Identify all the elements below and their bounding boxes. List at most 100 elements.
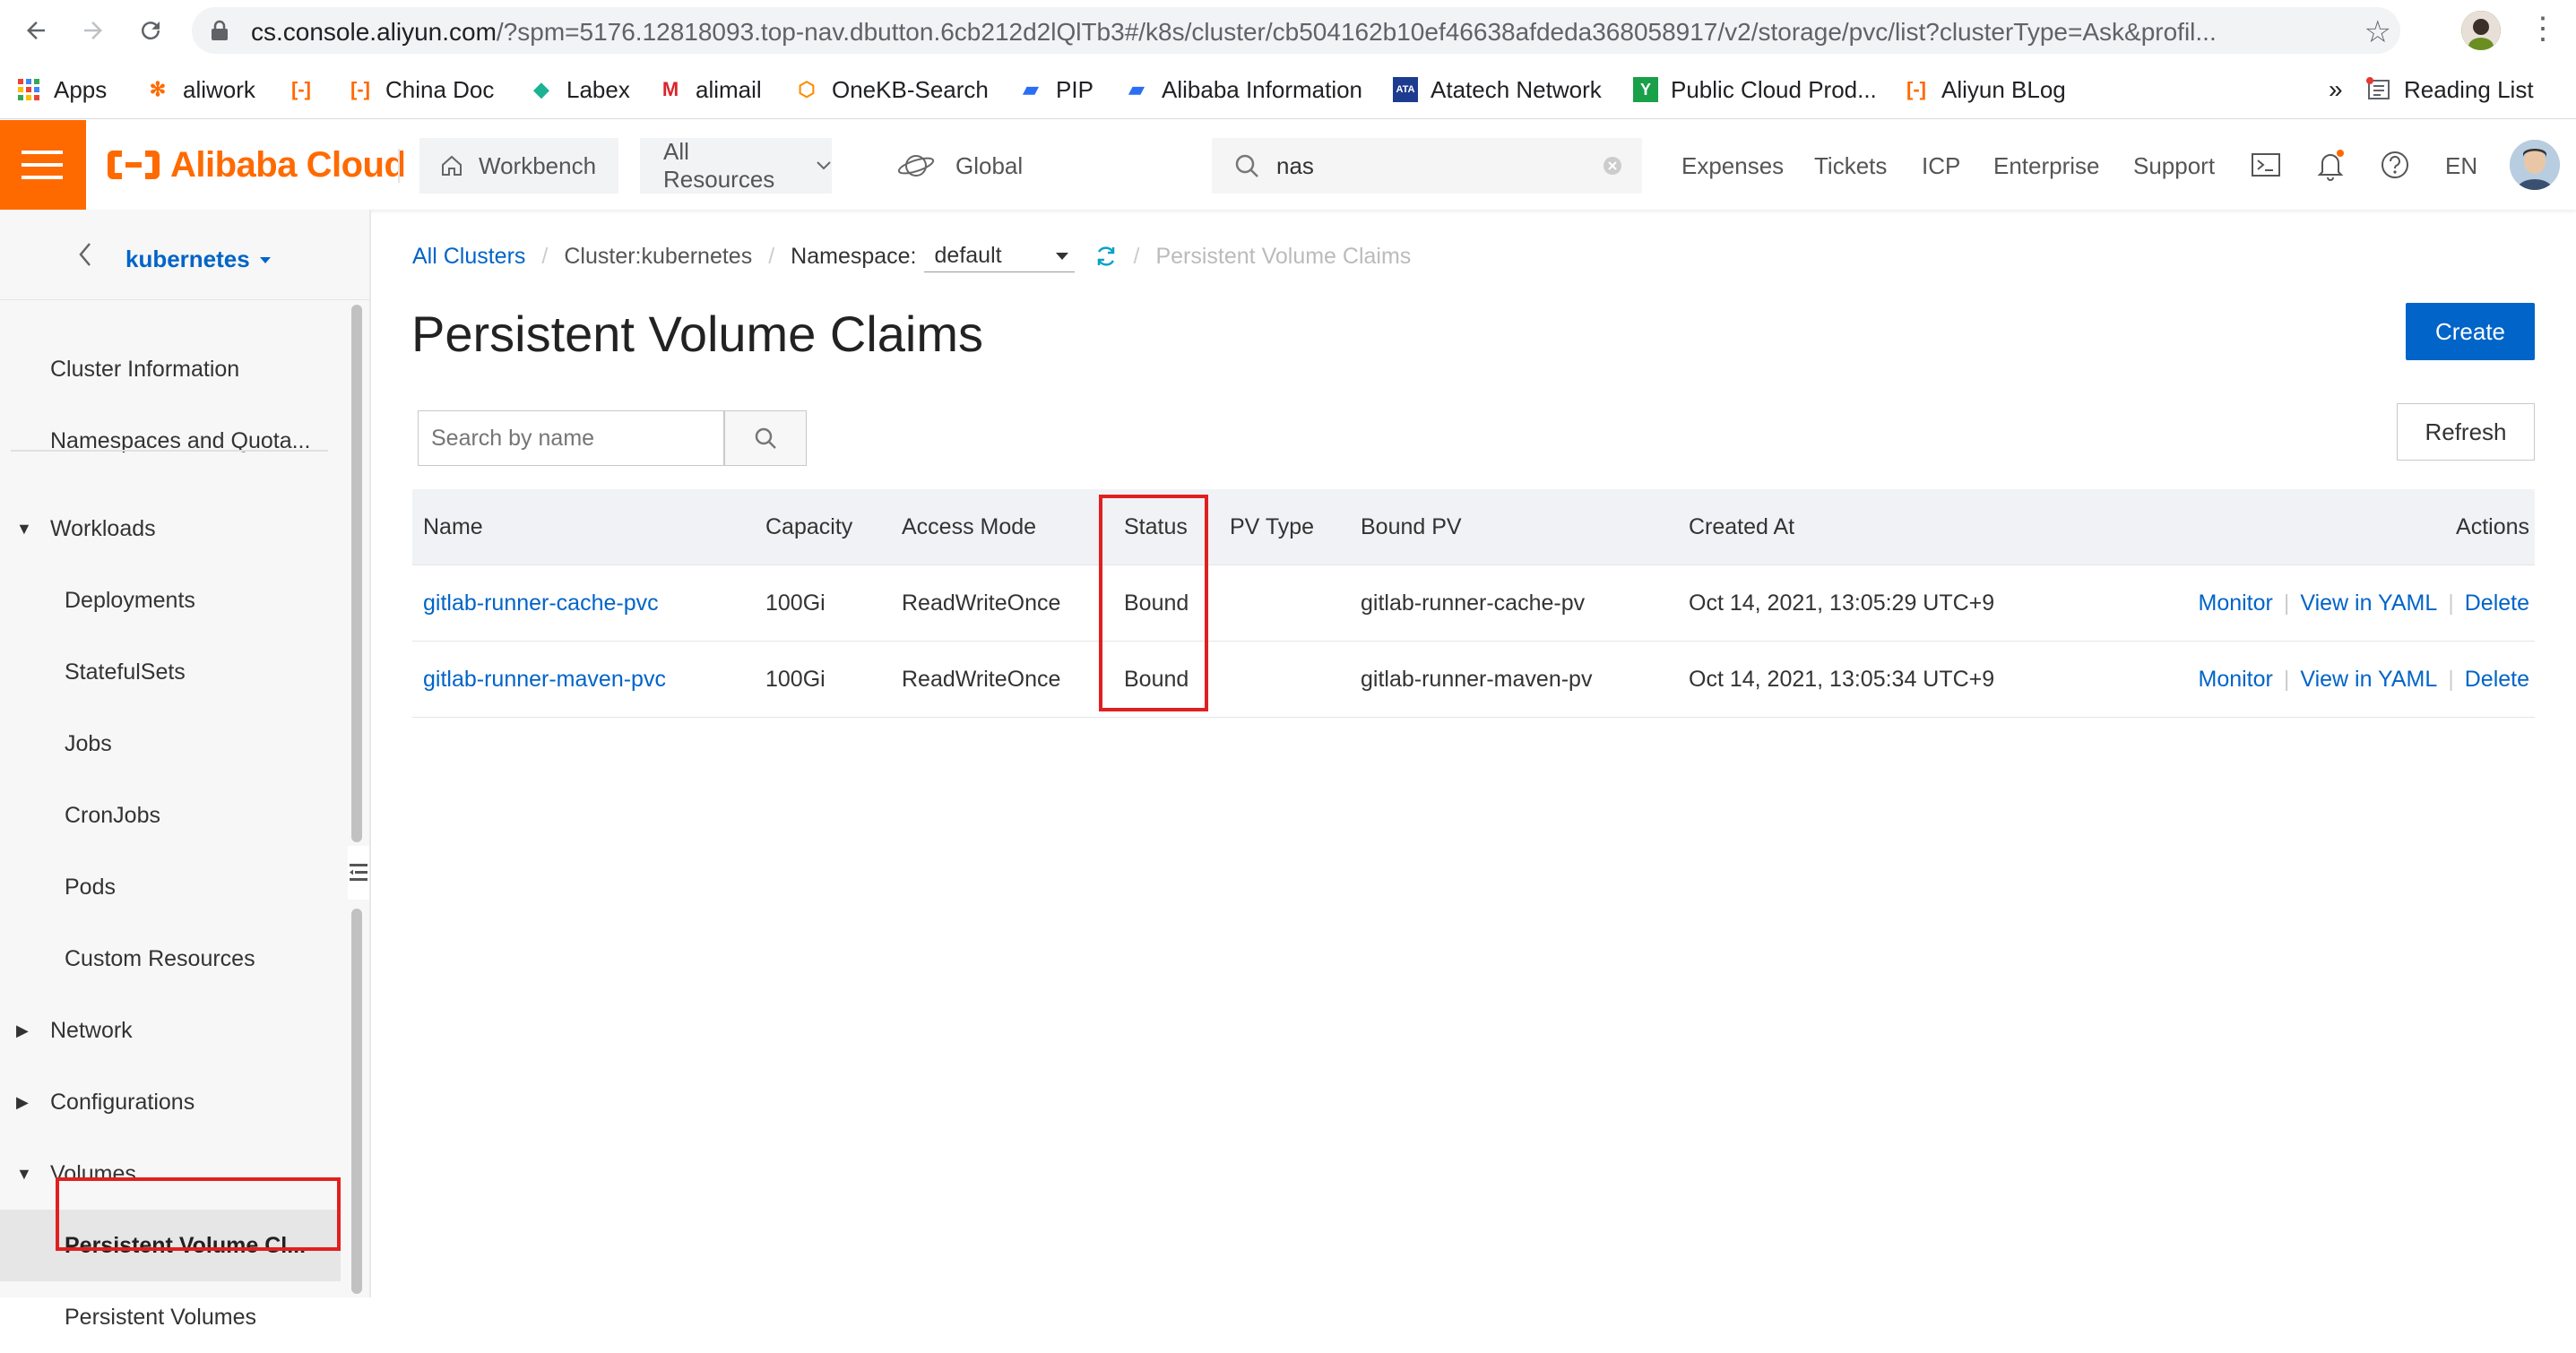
highlight-box-pvc-menu: [56, 1177, 341, 1251]
bookmark-alibaba-information[interactable]: ▰ Alibaba Information: [1124, 73, 1363, 106]
home-icon: [439, 153, 464, 178]
access-mode-cell: ReadWriteOnce: [902, 590, 1061, 616]
column-header-capacity: Capacity: [765, 513, 853, 539]
sidebar-item-custom-resources[interactable]: Custom Resources: [0, 923, 341, 995]
sidebar-item-label: Workloads: [50, 515, 156, 541]
chevron-left-icon[interactable]: [77, 242, 93, 271]
bookmark-alimail[interactable]: Malimail: [658, 73, 762, 106]
user-avatar[interactable]: [2510, 140, 2560, 190]
search-icon: [754, 427, 777, 450]
labex-icon: ◆: [533, 78, 549, 100]
browser-profile-avatar[interactable]: [2461, 11, 2501, 50]
all-resources-dropdown[interactable]: All Resources: [640, 138, 832, 194]
row-actions: Monitor | View in YAML | Delete: [2199, 642, 2530, 717]
help-icon[interactable]: [2377, 147, 2413, 183]
bookmark-china-doc[interactable]: [-] China Doc: [348, 73, 494, 106]
workbench-label: Workbench: [479, 151, 597, 179]
sidebar-scrollbar[interactable]: [351, 305, 362, 842]
region-selector[interactable]: Global: [896, 143, 1023, 188]
sidebar-item-cluster-information[interactable]: Cluster Information: [0, 333, 341, 405]
more-bookmarks-button[interactable]: »: [2329, 73, 2343, 106]
action-separator: |: [2448, 666, 2454, 692]
create-button[interactable]: Create: [2406, 303, 2535, 360]
cluster-selector[interactable]: kubernetes: [125, 246, 272, 273]
sidebar-item-namespaces-and-quotas[interactable]: Namespaces and Quota...: [0, 405, 341, 477]
sidebar-item-pods[interactable]: Pods: [0, 851, 341, 923]
bookmark-label: Alibaba Information: [1162, 75, 1363, 103]
enterprise-link[interactable]: Enterprise: [1993, 152, 2100, 180]
monitor-link[interactable]: Monitor: [2199, 667, 2273, 693]
bookmark-apps[interactable]: Apps: [16, 73, 107, 106]
workbench-button[interactable]: Workbench: [419, 138, 618, 194]
created-at-cell: Oct 14, 2021, 13:05:29 UTC+9: [1689, 590, 1995, 616]
icp-link[interactable]: ICP: [1922, 152, 1960, 180]
monitor-link[interactable]: Monitor: [2199, 590, 2273, 616]
breadcrumb-separator: /: [1133, 243, 1140, 269]
address-bar[interactable]: cs.console.aliyun.com/?spm=5176.12818093…: [192, 7, 2400, 54]
bookmark-labex[interactable]: ◆ Labex: [529, 73, 630, 106]
collapse-sidebar-icon[interactable]: [348, 846, 369, 900]
sidebar-item-deployments[interactable]: Deployments: [0, 564, 341, 636]
sidebar-item-cronjobs[interactable]: CronJobs: [0, 780, 341, 851]
global-search-box[interactable]: nas: [1212, 138, 1642, 194]
sidebar-scrollbar-lower[interactable]: [351, 909, 362, 1294]
sidebar-item-network[interactable]: ▶ Network: [0, 995, 341, 1066]
refresh-button[interactable]: Refresh: [2397, 403, 2535, 461]
sidebar-item-jobs[interactable]: Jobs: [0, 708, 341, 780]
clear-search-icon[interactable]: [1603, 156, 1622, 180]
url-host: cs.console.aliyun.com: [251, 18, 497, 46]
search-button[interactable]: [724, 410, 807, 466]
bookmark-aliyun-blog[interactable]: [-] Aliyun BLog: [1904, 73, 2066, 106]
namespace-label: Namespace:: [791, 243, 917, 269]
forward-arrow-icon[interactable]: [73, 11, 113, 50]
delete-link[interactable]: Delete: [2465, 667, 2529, 693]
language-switch[interactable]: EN: [2445, 152, 2477, 180]
search-by-name-input[interactable]: [418, 410, 724, 466]
expenses-link[interactable]: Expenses: [1681, 152, 1784, 180]
pvc-name-link[interactable]: gitlab-runner-cache-pvc: [423, 565, 659, 641]
column-header-actions: Actions: [2456, 513, 2529, 539]
highlight-box-status-column: [1099, 495, 1208, 711]
refresh-namespace-icon[interactable]: [1094, 245, 1118, 268]
namespace-select[interactable]: default: [923, 240, 1075, 272]
view-in-yaml-link[interactable]: View in YAML: [2300, 590, 2437, 616]
bookmark-atatech-network[interactable]: ATA Atatech Network: [1393, 73, 1602, 106]
bookmark-onekb-search[interactable]: ⬡ OneKB-Search: [794, 73, 988, 106]
bookmark-star-icon[interactable]: ☆: [2364, 14, 2391, 50]
browser-menu-icon[interactable]: ⋮: [2528, 11, 2558, 47]
all-resources-label: All Resources: [663, 138, 775, 193]
back-arrow-icon[interactable]: [16, 11, 56, 50]
reload-icon[interactable]: [131, 11, 170, 50]
breadcrumb-all-clusters[interactable]: All Clusters: [412, 244, 525, 270]
hamburger-menu-icon[interactable]: [0, 120, 86, 210]
breadcrumb-cluster[interactable]: Cluster:kubernetes: [564, 244, 752, 270]
table-row: gitlab-runner-cache-pvc 100Gi ReadWriteO…: [412, 565, 2535, 642]
support-link[interactable]: Support: [2133, 152, 2215, 180]
notification-bell-icon[interactable]: [2312, 147, 2348, 183]
pip-icon: ▰: [1023, 78, 1039, 100]
alibaba-cloud-logo[interactable]: Alibaba Cloud: [106, 145, 406, 185]
bookmark-public-cloud[interactable]: Y Public Cloud Prod...: [1633, 73, 1877, 106]
lock-icon: [210, 20, 229, 46]
bookmark-aliwork[interactable]: ✻ aliwork: [145, 73, 255, 106]
pvc-name-link[interactable]: gitlab-runner-maven-pvc: [423, 642, 666, 717]
reading-list-button[interactable]: Reading List: [2366, 73, 2534, 106]
sidebar-item-configurations[interactable]: ▶ Configurations: [0, 1066, 341, 1138]
tickets-link[interactable]: Tickets: [1814, 152, 1887, 180]
view-in-yaml-link[interactable]: View in YAML: [2300, 667, 2437, 693]
sidebar-item-label: Pods: [65, 874, 116, 900]
sidebar-item-label: Custom Resources: [65, 945, 255, 971]
sidebar-item-persistent-volumes[interactable]: Persistent Volumes: [0, 1281, 341, 1353]
pvc-table: Name Capacity Access Mode Status PV Type…: [412, 489, 2535, 718]
delete-link[interactable]: Delete: [2465, 590, 2529, 616]
alibaba-cloud-icon: [-]: [350, 78, 370, 100]
alibaba-cloud-icon: [-]: [1906, 78, 1926, 100]
alimail-icon: M: [661, 78, 679, 100]
sidebar-item-statefulsets[interactable]: StatefulSets: [0, 636, 341, 708]
bookmark-alibaba-cloud[interactable]: [-]: [289, 73, 326, 106]
bookmark-pip[interactable]: ▰ PIP: [1018, 73, 1094, 106]
sidebar-item-workloads[interactable]: ▼ Workloads: [0, 493, 341, 564]
bookmark-label: Atatech Network: [1431, 75, 1602, 103]
reading-list-label: Reading List: [2404, 75, 2534, 103]
terminal-icon[interactable]: [2248, 147, 2284, 183]
